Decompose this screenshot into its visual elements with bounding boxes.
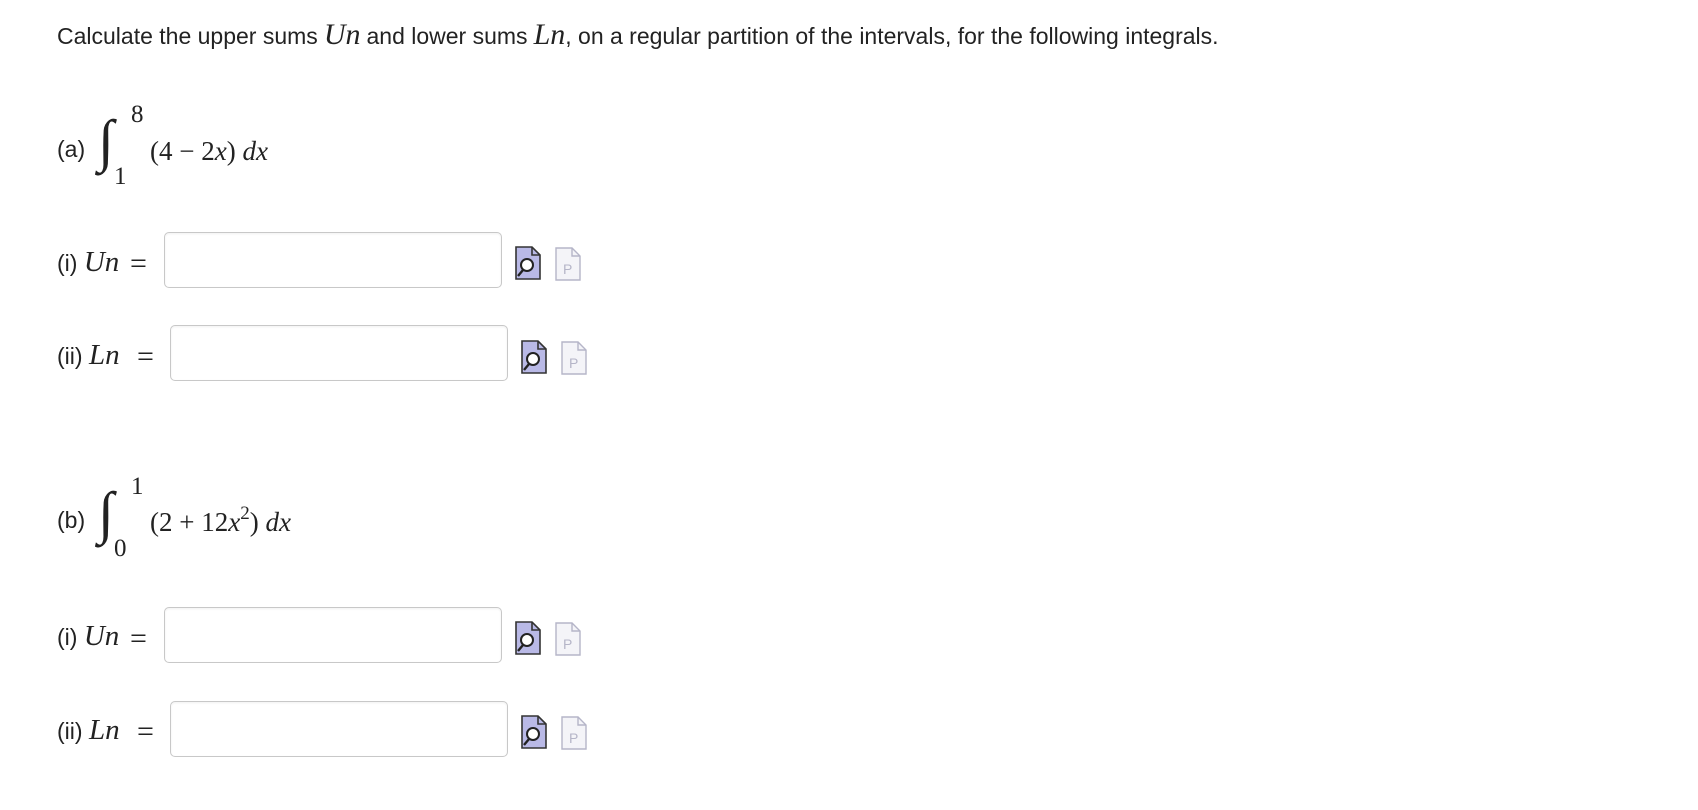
integrand-close: ) [226,136,236,166]
ln-answer-input-a[interactable] [170,325,508,381]
row-label: (ii) Ln [57,714,120,747]
integral-sign: ∫ [98,480,114,545]
integrand-var: x [214,136,227,166]
integrand: (4 − 2x) dx [150,133,268,165]
math-palette-icon[interactable]: P [555,622,581,656]
lower-limit: 0 [114,535,127,562]
integrand-power: 2 [240,503,250,524]
preview-magnifier-icon[interactable] [521,715,547,749]
un-symbol: Un [83,620,120,652]
svg-text:P: P [563,261,572,277]
ln-symbol: Ln [533,18,566,51]
equals-sign: = [137,715,154,748]
math-palette-icon[interactable]: P [561,341,587,375]
integrand-var: x [228,507,241,537]
part-a-label: (a) [57,136,86,162]
un-symbol: Un [83,246,120,278]
row-index: (i) [57,250,78,276]
equals-sign: = [130,247,147,280]
un-symbol: Un [323,18,361,51]
math-palette-icon[interactable]: P [555,247,581,281]
ln-answer-input-b[interactable] [170,701,508,757]
integrand: (2 + 12x2) dx [150,504,291,536]
svg-text:P: P [563,636,572,652]
equals-sign: = [130,622,147,655]
equals-sign: = [137,340,154,373]
lower-limit: 1 [114,163,127,190]
row-label: (i) Un [57,620,119,653]
upper-limit: 1 [131,473,144,500]
integrand-dx: dx [242,136,268,166]
row-label: (i) Un [57,246,119,279]
row-index: (ii) [57,718,83,744]
instructions-text-2: and lower sums [366,23,528,49]
svg-text:P: P [569,730,578,746]
instructions: Calculate the upper sums Un and lower sums… [57,18,1219,52]
integrand-dx: dx [265,507,291,537]
ln-symbol: Ln [88,339,120,371]
preview-magnifier-icon[interactable] [521,340,547,374]
integral-sign: ∫ [98,108,114,173]
preview-magnifier-icon[interactable] [515,246,541,280]
svg-text:P: P [569,355,578,371]
integrand-open: (2 + 12 [150,507,229,537]
row-label: (ii) Ln [57,339,120,372]
row-index: (ii) [57,343,83,369]
upper-limit: 8 [131,101,144,128]
integrand-open: (4 − 2 [150,136,215,166]
un-answer-input-a[interactable] [164,232,502,288]
instructions-text-1: Calculate the upper sums [57,23,318,49]
preview-magnifier-icon[interactable] [515,621,541,655]
integrand-close: ) [249,507,259,537]
part-b-label: (b) [57,507,86,533]
row-index: (i) [57,624,78,650]
ln-symbol: Ln [88,714,120,746]
math-palette-icon[interactable]: P [561,716,587,750]
instructions-text-3: , on a regular partition of the interval… [565,23,1219,49]
un-answer-input-b[interactable] [164,607,502,663]
